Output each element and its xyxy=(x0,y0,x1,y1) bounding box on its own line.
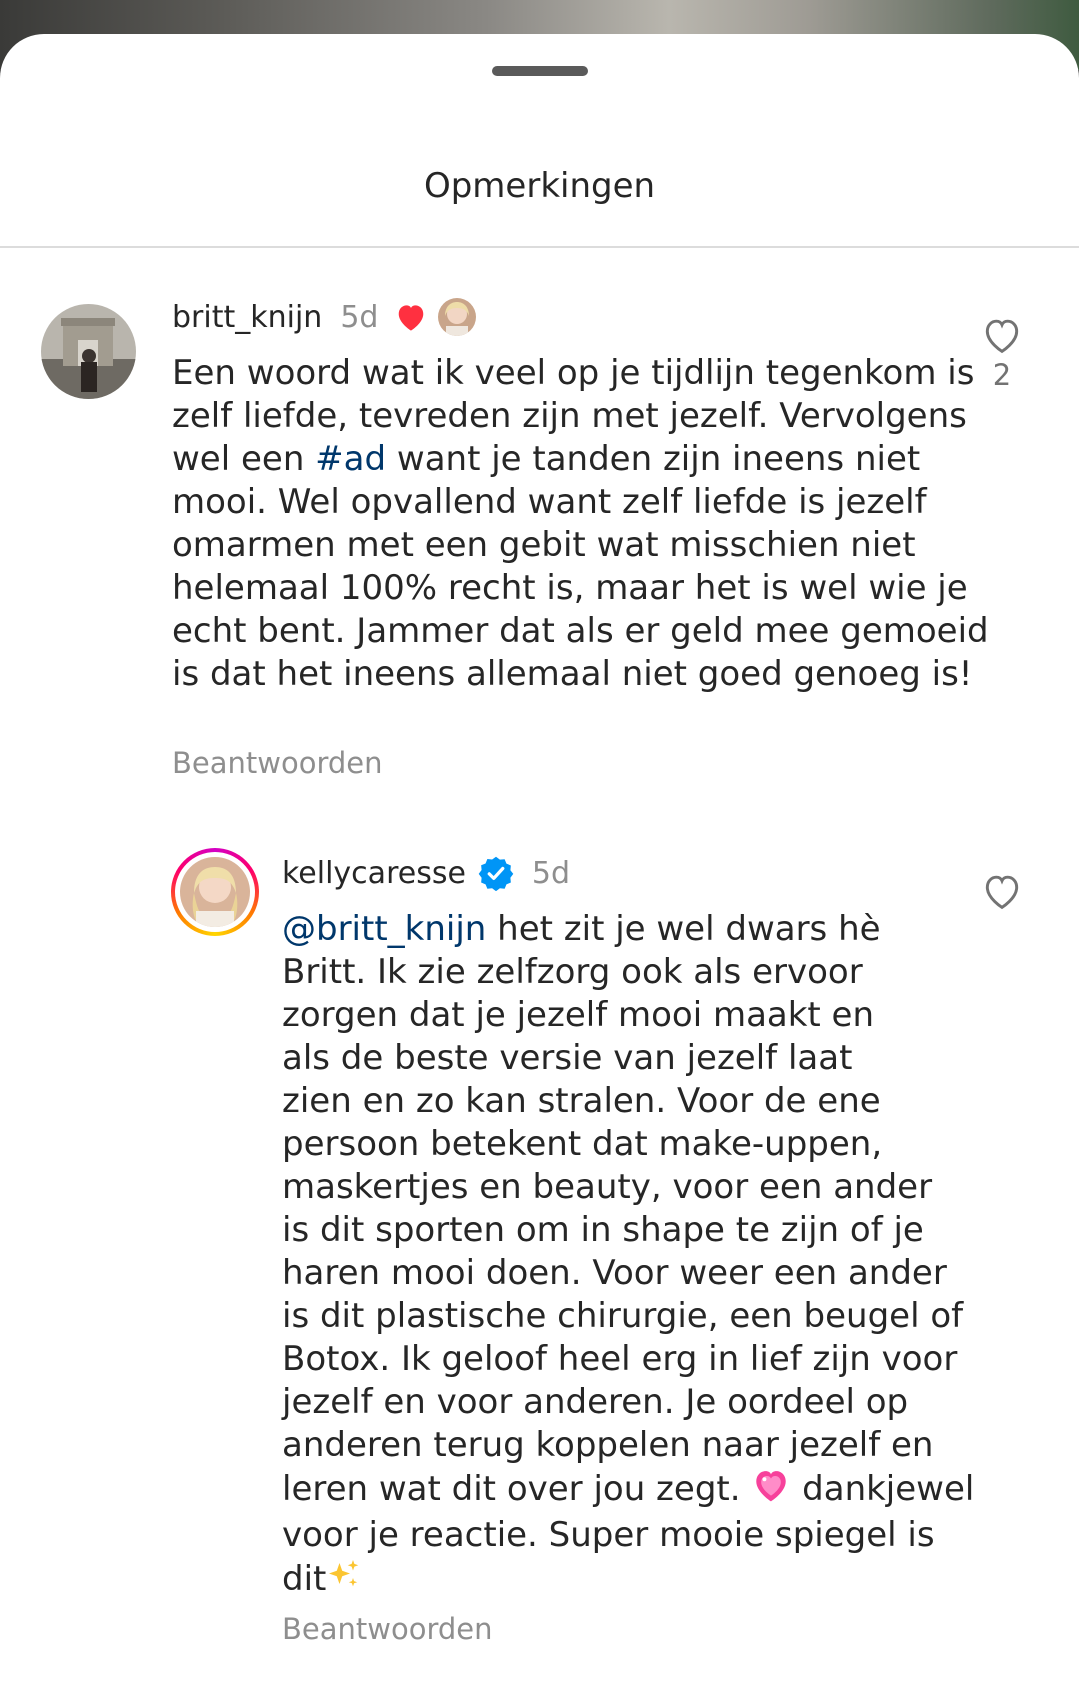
sparkles-emoji xyxy=(326,1557,362,1604)
like-button[interactable] xyxy=(978,872,1026,910)
mention-link[interactable]: @britt_knijn xyxy=(282,909,486,949)
comment-line: leren wat dit over jou zegt. dankjewel xyxy=(282,1467,974,1514)
divider xyxy=(0,246,1079,248)
comment-line: helemaal 100% recht is, maar het is wel … xyxy=(172,568,968,608)
comment-fragment: het zit je wel dwars hè xyxy=(486,909,881,949)
comment-line: zelf liefde, tevreden zijn met jezelf. V… xyxy=(172,396,967,436)
page-title: Opmerkingen xyxy=(423,166,656,206)
comment-text: @britt_knijn het zit je wel dwars hè Bri… xyxy=(282,908,974,1604)
avatar-story-ring[interactable] xyxy=(171,848,259,936)
comment-meta: kellycaresse 5d xyxy=(282,851,570,895)
reply-button[interactable]: Beantwoorden xyxy=(172,746,383,780)
timestamp: 5d xyxy=(340,299,379,335)
red-heart-icon xyxy=(394,302,428,332)
comment-line: mooi. Wel opvallend want zelf liefde is … xyxy=(172,482,927,522)
comment-line: haren mooi doen. Voor weer een ander xyxy=(282,1253,947,1293)
comment-line: is dit sporten om in shape te zijn of je xyxy=(282,1210,924,1250)
comment-fragment: dit xyxy=(282,1559,327,1599)
comment-meta: britt_knijn 5d xyxy=(172,295,477,339)
comment-fragment: leren wat dit over jou zegt. xyxy=(282,1469,752,1509)
comment-line: dit xyxy=(282,1557,974,1604)
heart-outline-icon[interactable] xyxy=(981,316,1023,354)
comment-line: wel een #ad want je tanden zijn ineens n… xyxy=(172,438,989,481)
avatar[interactable] xyxy=(41,304,136,399)
comment-fragment: dankjewel xyxy=(791,1469,975,1509)
comment-fragment: wel een xyxy=(172,439,316,479)
comment-line: is dat het ineens allemaal niet goed gen… xyxy=(172,654,973,694)
comment-line: omarmen met een gebit wat misschien niet xyxy=(172,525,916,565)
sparkling-heart-emoji xyxy=(751,1467,791,1514)
comment-line: persoon betekent dat make-uppen, xyxy=(282,1124,883,1164)
comment-line: als de beste versie van jezelf laat xyxy=(282,1038,853,1078)
avatar xyxy=(180,857,250,927)
comment-line: zorgen dat je jezelf mooi maakt en xyxy=(282,995,875,1035)
verified-badge-icon xyxy=(478,855,514,891)
comment-text: Een woord wat ik veel op je tijdlijn teg… xyxy=(172,352,989,696)
comment-line: anderen terug koppelen naar jezelf en xyxy=(282,1425,934,1465)
username[interactable]: britt_knijn xyxy=(172,300,322,335)
comment-line: Botox. Ik geloof heel erg in lief zijn v… xyxy=(282,1339,958,1379)
comment-line: maskertjes en beauty, voor een ander xyxy=(282,1167,933,1207)
hashtag-link[interactable]: #ad xyxy=(315,439,386,479)
comment-line: @britt_knijn het zit je wel dwars hè xyxy=(282,908,974,951)
comment-line: voor je reactie. Super mooie spiegel is xyxy=(282,1515,935,1555)
comment-line: Britt. Ik zie zelfzorg ook als ervoor xyxy=(282,952,863,992)
like-count: 2 xyxy=(992,358,1012,392)
comment-line: is dit plastische chirurgie, een beugel … xyxy=(282,1296,964,1336)
reply-button[interactable]: Beantwoorden xyxy=(282,1612,493,1646)
heart-outline-icon[interactable] xyxy=(981,872,1023,910)
like-button[interactable]: 2 xyxy=(978,316,1026,392)
drag-handle[interactable] xyxy=(492,66,588,76)
comment-line: zien en zo kan stralen. Voor de ene xyxy=(282,1081,881,1121)
comment-line: jezelf en voor anderen. Je oordeel op xyxy=(282,1382,909,1422)
comment-line: Een woord wat ik veel op je tijdlijn teg… xyxy=(172,353,975,393)
username[interactable]: kellycaresse xyxy=(282,856,466,891)
comment-line: echt bent. Jammer dat als er geld mee ge… xyxy=(172,611,989,651)
author-avatar-mini xyxy=(438,298,477,336)
timestamp: 5d xyxy=(531,855,571,891)
comment-fragment: want je tanden zijn ineens niet xyxy=(386,439,921,479)
